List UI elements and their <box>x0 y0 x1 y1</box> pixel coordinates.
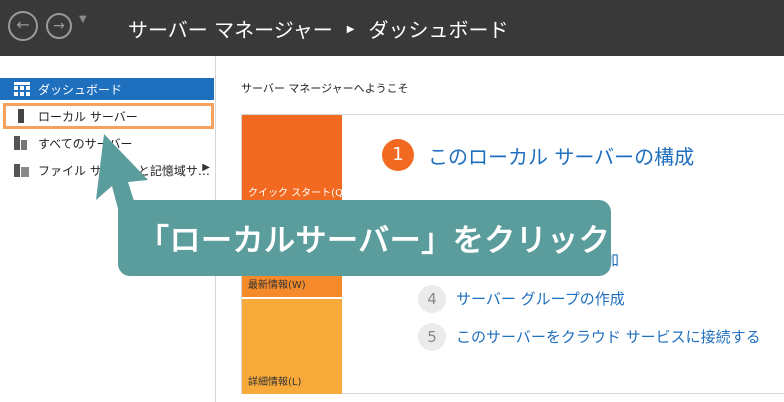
welcome-heading: サーバー マネージャーへようこそ <box>241 82 409 95</box>
servers-icon <box>14 136 27 150</box>
breadcrumb-page: ダッシュボード <box>368 18 509 42</box>
tile-label: 最新情報(W) <box>248 280 306 291</box>
forward-arrow-icon[interactable]: → <box>46 13 72 39</box>
dashboard-icon <box>14 82 30 96</box>
file-services-icon <box>14 164 29 177</box>
tile-quick-start[interactable]: クイック スタート(Q) <box>242 115 347 205</box>
step-number-badge: 4 <box>418 285 446 313</box>
title-bar: ← → ▼ サーバー マネージャー ▶ ダッシュボード <box>0 0 784 56</box>
tile-label: クイック スタート(Q) <box>248 188 347 199</box>
breadcrumb-separator-icon: ▶ <box>346 24 355 35</box>
back-arrow-icon[interactable]: ← <box>8 11 38 41</box>
step-link[interactable]: サーバー グループの作成 <box>456 288 625 309</box>
tile-label: 詳細情報(L) <box>248 377 302 388</box>
step-link[interactable]: このサーバーをクラウド サービスに接続する <box>456 326 761 347</box>
step-number-badge: 5 <box>418 323 446 351</box>
step-link[interactable]: このローカル サーバーの構成 <box>428 141 694 170</box>
callout-text: 「ローカルサーバー」をクリック <box>138 223 611 259</box>
breadcrumb-app[interactable]: サーバー マネージャー <box>128 18 333 42</box>
highlight-frame <box>3 103 214 129</box>
tile-details[interactable]: 詳細情報(L) <box>242 299 342 394</box>
sidebar-item-dashboard[interactable]: ダッシュボード <box>0 78 214 100</box>
sidebar-item-label: ダッシュボード <box>38 83 123 97</box>
expand-arrow-icon[interactable]: ▶ <box>202 162 210 173</box>
breadcrumb: サーバー マネージャー ▶ ダッシュボード <box>128 14 508 43</box>
step-number-badge: 1 <box>382 139 414 171</box>
chevron-down-icon[interactable]: ▼ <box>79 14 87 25</box>
